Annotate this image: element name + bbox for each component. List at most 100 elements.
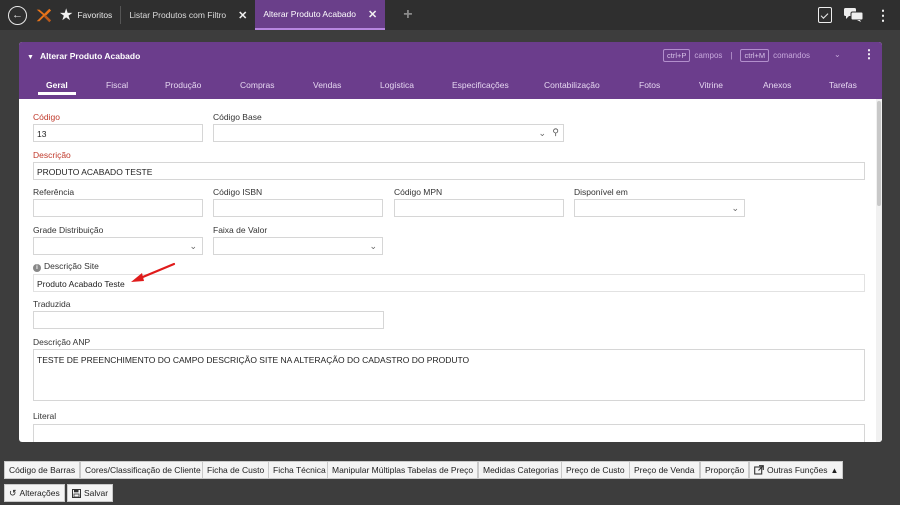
chevron-down-icon[interactable]: ⌄ <box>834 50 841 59</box>
save-icon <box>72 488 81 498</box>
external-link-icon <box>754 465 764 475</box>
tab-listar-produtos[interactable]: Listar Produtos com Filtro ✕ <box>121 0 255 30</box>
faixa-valor-label: Faixa de Valor <box>213 225 268 235</box>
panel-title[interactable]: ▼ Alterar Produto Acabado <box>27 51 140 61</box>
tab-tarefas[interactable]: Tarefas <box>829 80 857 90</box>
salvar-button[interactable]: Salvar <box>67 484 114 502</box>
section-tabs: Geral Fiscal Produção Compras Vendas Log… <box>19 76 882 99</box>
alteracoes-button[interactable]: ↺ Alterações <box>4 484 65 502</box>
chat-icon[interactable] <box>844 8 864 22</box>
tab-label: Alterar Produto Acabado <box>263 9 356 19</box>
codigo-barras-button[interactable]: Código de Barras <box>4 461 81 479</box>
tab-fotos[interactable]: Fotos <box>639 80 660 90</box>
shortcut-key: ctrl+M <box>740 49 770 62</box>
codigo-mpn-label: Código MPN <box>394 187 443 197</box>
outras-funcoes-button[interactable]: Outras Funções ▲ <box>749 461 844 479</box>
descricao-anp-textarea[interactable]: TESTE DE PREENCHIMENTO DO CAMPO DESCRIÇÃ… <box>33 349 865 401</box>
history-icon: ↺ <box>9 487 17 498</box>
app-logo-icon <box>36 8 52 23</box>
chevron-down-icon: ⌄ <box>189 241 197 251</box>
disponivel-em-select[interactable]: ⌄ <box>574 199 745 217</box>
descricao-value: PRODUTO ACABADO TESTE <box>37 167 153 177</box>
annotation-arrow-icon <box>131 262 176 282</box>
literal-label: Literal <box>33 411 57 421</box>
codigo-value: 13 <box>37 129 47 139</box>
back-arrow-icon[interactable]: ← <box>8 5 27 25</box>
top-bar: ← ★ Favoritos Listar Produtos com Filtro… <box>0 0 900 30</box>
literal-textarea[interactable] <box>33 424 865 442</box>
descricao-anp-label: Descrição ANP <box>33 337 91 347</box>
more-vertical-icon[interactable]: ⋮ <box>876 8 890 22</box>
ficha-custo-button[interactable]: Ficha de Custo <box>202 461 270 479</box>
codigo-mpn-field[interactable] <box>394 199 564 217</box>
referencia-field[interactable] <box>33 199 203 217</box>
tab-logistica[interactable]: Logística <box>380 80 414 90</box>
search-icon[interactable]: ⚲ <box>552 127 559 138</box>
chevron-up-icon: ▲ <box>830 465 839 475</box>
chevron-down-icon: ⌄ <box>369 241 377 251</box>
faixa-valor-select[interactable]: ⌄ <box>213 237 383 255</box>
proporcao-button[interactable]: Proporção <box>700 461 750 479</box>
shortcut-label: campos <box>694 51 723 60</box>
tab-producao[interactable]: Produção <box>165 80 201 90</box>
cores-classificacao-button[interactable]: Cores/Classificação de Cliente <box>80 461 206 479</box>
tab-fiscal[interactable]: Fiscal <box>106 80 128 90</box>
close-icon[interactable]: ✕ <box>238 9 247 22</box>
salvar-label: Salvar <box>84 488 109 498</box>
codigo-base-label: Código Base <box>213 112 262 122</box>
panel-title-text: Alterar Produto Acabado <box>39 51 141 61</box>
tab-alterar-produto[interactable]: Alterar Produto Acabado ✕ <box>255 0 386 30</box>
alteracoes-label: Alterações <box>19 488 60 498</box>
tab-label: Listar Produtos com Filtro <box>129 10 227 20</box>
star-icon: ★ <box>59 7 74 24</box>
collapse-triangle-icon: ▼ <box>27 54 34 61</box>
medidas-categorias-button[interactable]: Medidas Categorias <box>478 461 564 479</box>
codigo-label: Código <box>33 112 60 122</box>
scrollbar-thumb[interactable] <box>877 101 881 206</box>
descricao-field[interactable]: PRODUTO ACABADO TESTE <box>33 162 865 180</box>
add-tab-icon[interactable]: + <box>403 6 412 24</box>
tab-geral[interactable]: Geral <box>38 80 76 95</box>
codigo-field[interactable]: 13 <box>33 124 203 142</box>
tab-especificacoes[interactable]: Especificações <box>452 80 509 90</box>
info-icon[interactable]: i <box>33 264 41 272</box>
favorites-button[interactable]: ★ Favoritos <box>59 5 112 25</box>
preco-custo-button[interactable]: Preço de Custo <box>561 461 630 479</box>
manipular-tabelas-preco-button[interactable]: Manipular Múltiplas Tabelas de Preço <box>327 461 479 479</box>
disponivel-em-label: Disponível em <box>574 187 628 197</box>
chevron-down-icon[interactable]: ⌄ <box>538 128 546 139</box>
keyboard-shortcuts: ctrl+P campos | ctrl+M comandos <box>663 49 810 62</box>
chevron-down-icon: ⌄ <box>731 203 739 213</box>
close-icon[interactable]: ✕ <box>368 8 377 21</box>
outras-funcoes-label: Outras Funções <box>767 465 828 475</box>
grade-distribuicao-label: Grade Distribuição <box>33 225 104 235</box>
bottom-toolbar: Código de Barras Cores/Classificação de … <box>0 455 900 505</box>
codigo-isbn-field[interactable] <box>213 199 383 217</box>
tab-anexos[interactable]: Anexos <box>763 80 791 90</box>
shortcut-key: ctrl+P <box>663 49 691 62</box>
descricao-site-value: Produto Acabado Teste <box>37 279 125 289</box>
more-vertical-icon[interactable]: ⋮ <box>863 48 875 60</box>
ficha-tecnica-button[interactable]: Ficha Técnica <box>268 461 331 479</box>
preco-venda-button[interactable]: Preço de Venda <box>629 461 700 479</box>
traduzida-label: Traduzida <box>33 299 71 309</box>
traduzida-field[interactable] <box>33 311 384 329</box>
descricao-label: Descrição <box>33 150 71 160</box>
shortcut-separator: | <box>730 51 733 60</box>
tab-vitrine[interactable]: Vitrine <box>699 80 723 90</box>
referencia-label: Referência <box>33 187 75 197</box>
tab-compras[interactable]: Compras <box>240 80 274 90</box>
grade-distribuicao-select[interactable]: ⌄ <box>33 237 203 255</box>
codigo-isbn-label: Código ISBN <box>213 187 263 197</box>
descricao-anp-value: TESTE DE PREENCHIMENTO DO CAMPO DESCRIÇÃ… <box>37 355 470 365</box>
favorites-label: Favoritos <box>77 10 113 20</box>
tab-contabilizacao[interactable]: Contabilização <box>544 80 600 90</box>
product-form-panel: ▼ Alterar Produto Acabado ctrl+P campos … <box>19 42 882 442</box>
top-right-actions: ⋮ <box>818 7 890 23</box>
descricao-site-label-text: Descrição Site <box>44 261 99 271</box>
codigo-base-field[interactable]: ⌄ ⚲ <box>213 124 564 142</box>
shortcut-label: comandos <box>773 51 811 60</box>
tab-vendas[interactable]: Vendas <box>313 80 341 90</box>
form-scrollbar[interactable] <box>876 99 882 442</box>
clipboard-check-icon[interactable] <box>818 7 832 23</box>
